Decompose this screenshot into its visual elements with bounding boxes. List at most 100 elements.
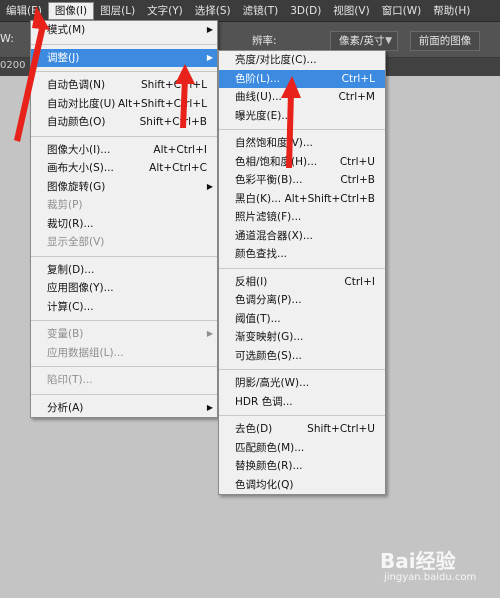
menu-item: 陷印(T)... (31, 371, 217, 390)
menu-item[interactable]: 阴影/高光(W)... (219, 374, 385, 393)
menu-item-label: 色阶(L)... (235, 72, 281, 85)
menu-item[interactable]: 可选颜色(S)... (219, 347, 385, 366)
menu-item-label: 自然饱和度(V)... (235, 137, 313, 149)
menu-item-label: 显示全部(V) (47, 236, 105, 248)
menu-item-label: 去色(D) (235, 423, 273, 435)
menu-item[interactable]: 通道混合器(X)... (219, 227, 385, 246)
menu-item-shortcut: Shift+Ctrl+L (141, 79, 207, 91)
menu-item[interactable]: 色相/饱和度(H)... Ctrl+U (219, 153, 385, 172)
menu-item[interactable]: 裁切(R)... (31, 215, 217, 234)
menu-item[interactable]: 色阶(L)... Ctrl+L (219, 69, 385, 88)
menu-item[interactable]: 自动颜色(O) Shift+Ctrl+B (31, 113, 217, 132)
menu-item-label: 替换颜色(R)... (235, 460, 303, 472)
chevron-down-icon: ▼ (385, 36, 392, 46)
menu-separator (219, 369, 385, 370)
adjustments-submenu: 亮度/对比度(C)... 色阶(L)... Ctrl+L 曲线(U)... Ctrl+M… (218, 50, 386, 495)
menu-item[interactable]: 阈值(T)... (219, 310, 385, 329)
menu-item[interactable]: 色调分离(P)... (219, 291, 385, 310)
menu-item: 变量(B) ▶ (31, 325, 217, 344)
menu-item[interactable]: 颜色查找... (219, 245, 385, 264)
menu-item-label: 照片滤镜(F)... (235, 211, 302, 223)
watermark-logo: Bai经验 (380, 549, 456, 573)
menu-item[interactable]: 调整(J) ▶ (31, 48, 217, 67)
menu-item[interactable]: 亮度/对比度(C)... (219, 51, 385, 70)
menu-item[interactable]: 分析(A) ▶ (31, 399, 217, 418)
menu-item-label: 图像旋转(G) (47, 180, 106, 193)
menu-item-shortcut: Ctrl+I (344, 275, 375, 288)
menubar: 编辑(E) 图像(I) 图层(L) 文字(Y) 选择(S) 滤镜(T) 3D(D) 视图(V)… (0, 0, 500, 22)
menubar-item[interactable]: 图像(I) (47, 1, 95, 20)
menu-item[interactable]: 自然饱和度(V)... (219, 134, 385, 153)
menu-item[interactable]: 照片滤镜(F)... (219, 208, 385, 227)
menu-item-shortcut: Alt+Ctrl+I (153, 143, 207, 156)
menubar-item[interactable]: 图层(L) (94, 0, 141, 22)
menu-item[interactable]: 替换颜色(R)... (219, 457, 385, 476)
menu-item[interactable]: 色调均化(Q) (219, 476, 385, 495)
watermark-site: jingyan.baidu.com (384, 572, 477, 583)
menu-item[interactable]: 画布大小(S)... Alt+Ctrl+C (31, 159, 217, 178)
menu-item-shortcut: Alt+Shift+Ctrl+B (284, 192, 375, 205)
submenu-arrow-icon: ▶ (206, 402, 213, 412)
menu-item-shortcut: Ctrl+M (338, 91, 375, 103)
menubar-item[interactable]: 滤镜(T) (237, 0, 285, 22)
menu-item-shortcut: Shift+Ctrl+U (307, 423, 375, 435)
menu-item[interactable]: 匹配颜色(M)... (219, 439, 385, 458)
resolution-label: 辨率: (252, 35, 277, 47)
menu-item-label: 分析(A) (47, 401, 84, 414)
width-label: W: (0, 32, 14, 45)
menu-item-label: 自动色调(N) (47, 79, 106, 91)
menu-item-shortcut: Shift+Ctrl+B (139, 116, 207, 128)
menu-item-label: 应用图像(Y)... (47, 282, 114, 294)
menu-item-label: 调整(J) (47, 51, 80, 64)
menubar-item[interactable]: 帮助(H) (427, 0, 476, 22)
menubar-item[interactable]: 视图(V) (327, 0, 375, 22)
menu-item-shortcut: Alt+Ctrl+C (149, 162, 207, 174)
menu-item: 显示全部(V) (31, 233, 217, 252)
menu-item-label: 变量(B) (47, 328, 84, 340)
menu-separator (219, 415, 385, 416)
menubar-item[interactable]: 编辑(E) (0, 0, 48, 22)
menu-item[interactable]: 去色(D) Shift+Ctrl+U (219, 420, 385, 439)
menu-item[interactable]: 曲线(U)... Ctrl+M (219, 88, 385, 107)
menubar-item[interactable]: 文字(Y) (141, 0, 189, 22)
menu-item-label: 应用数据组(L)... (47, 346, 124, 359)
menu-item[interactable]: 黑白(K)... Alt+Shift+Ctrl+B (219, 190, 385, 209)
menu-item-label: 色彩平衡(B)... (235, 174, 303, 186)
menu-item[interactable]: 反相(I) Ctrl+I (219, 273, 385, 292)
menu-item-label: 自动颜色(O) (47, 116, 106, 128)
menu-item[interactable]: 图像大小(I)... Alt+Ctrl+I (31, 141, 217, 160)
menu-item-label: 色调分离(P)... (235, 294, 302, 306)
menu-separator (31, 366, 217, 367)
menu-item-shortcut: Ctrl+U (339, 155, 375, 168)
menu-item-label: 阴影/高光(W)... (235, 377, 310, 389)
menu-separator (31, 135, 217, 137)
menu-item-label: 色调均化(Q) (235, 478, 294, 491)
image-menu: 模式(M) ▶ 调整(J) ▶ 自动色调(N) Shift+Ctrl+L 自动对比度(U) A… (30, 20, 218, 418)
menu-item[interactable]: 自动色调(N) Shift+Ctrl+L (31, 76, 217, 95)
menu-separator (31, 71, 217, 72)
baidu-watermark: Bai经验 jingyan.baidu.com (380, 545, 490, 590)
submenu-arrow-icon: ▶ (206, 329, 213, 338)
menu-item[interactable]: 图像旋转(G) ▶ (31, 178, 217, 197)
menu-item[interactable]: 渐变映射(G)... (219, 328, 385, 347)
menu-item[interactable]: 模式(M) ▶ (31, 21, 217, 40)
menubar-item[interactable]: 选择(S) (189, 0, 237, 22)
menu-item[interactable]: 色彩平衡(B)... Ctrl+B (219, 171, 385, 190)
menu-item[interactable]: HDR 色调... (219, 393, 385, 412)
menu-item[interactable]: 自动对比度(U) Alt+Shift+Ctrl+L (31, 95, 217, 114)
menu-item: 应用数据组(L)... (31, 344, 217, 363)
menubar-item[interactable]: 窗口(W) (376, 0, 428, 22)
menu-item[interactable]: 计算(C)... (31, 298, 217, 317)
menu-item-label: 匹配颜色(M)... (235, 441, 305, 454)
unit-select[interactable]: 像素/英寸 ▼ (330, 31, 398, 51)
document-tab-name: 0200 (0, 60, 26, 71)
menu-item[interactable]: 曝光度(E)... (219, 107, 385, 126)
menu-item-label: 渐变映射(G)... (235, 331, 304, 343)
menu-item-label: 陷印(T)... (47, 374, 93, 386)
menu-item[interactable]: 应用图像(Y)... (31, 279, 217, 298)
menu-item[interactable]: 复制(D)... (31, 261, 217, 280)
front-image-button[interactable]: 前面的图像 (410, 31, 480, 51)
submenu-arrow-icon: ▶ (206, 52, 213, 62)
menubar-item[interactable]: 3D(D) (284, 0, 327, 22)
menu-separator (31, 255, 217, 257)
